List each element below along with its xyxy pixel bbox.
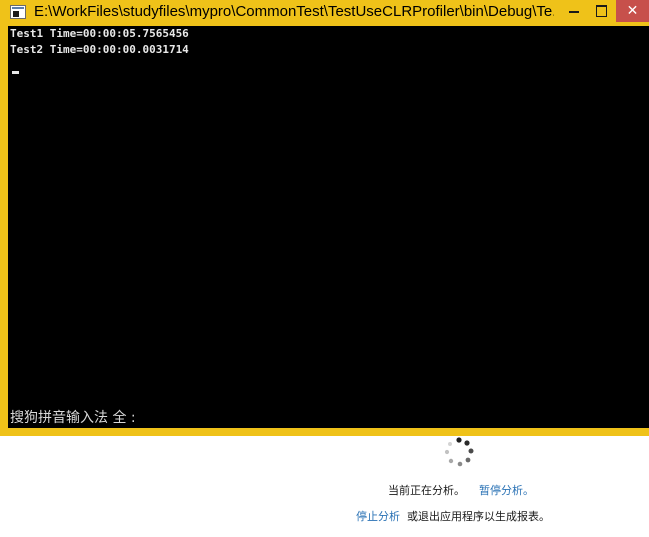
console-line-test1: Test1 Time=00:00:05.7565456 [10, 27, 189, 40]
spinner-dots [444, 437, 474, 467]
minimize-button[interactable] [560, 0, 588, 22]
loading-spinner-icon [444, 437, 474, 467]
close-icon: ✕ [626, 3, 639, 19]
pause-profiling-link[interactable]: 暂停分析。 [479, 483, 534, 499]
stop-profiling-link[interactable]: 停止分析 [356, 509, 400, 525]
console-output-area[interactable]: Test1 Time=00:00:05.7565456 Test2 Time=0… [8, 26, 649, 428]
window-title: E:\WorkFiles\studyfiles\mypro\CommonTest… [34, 3, 554, 20]
title-bar[interactable]: E:\WorkFiles\studyfiles\mypro\CommonTest… [0, 0, 649, 24]
ime-status-bar: 搜狗拼音输入法 全 : [10, 410, 136, 426]
console-app-icon[interactable] [10, 5, 26, 19]
maximize-button[interactable] [588, 0, 616, 22]
console-cursor [12, 71, 19, 74]
console-window: E:\WorkFiles\studyfiles\mypro\CommonTest… [0, 0, 649, 436]
close-button[interactable]: ✕ [616, 0, 649, 22]
profiling-status-text: 当前正在分析。 [388, 484, 465, 497]
console-line-test2: Test2 Time=00:00:00.0031714 [10, 43, 189, 56]
exit-report-text: 或退出应用程序以生成报表。 [407, 510, 550, 523]
